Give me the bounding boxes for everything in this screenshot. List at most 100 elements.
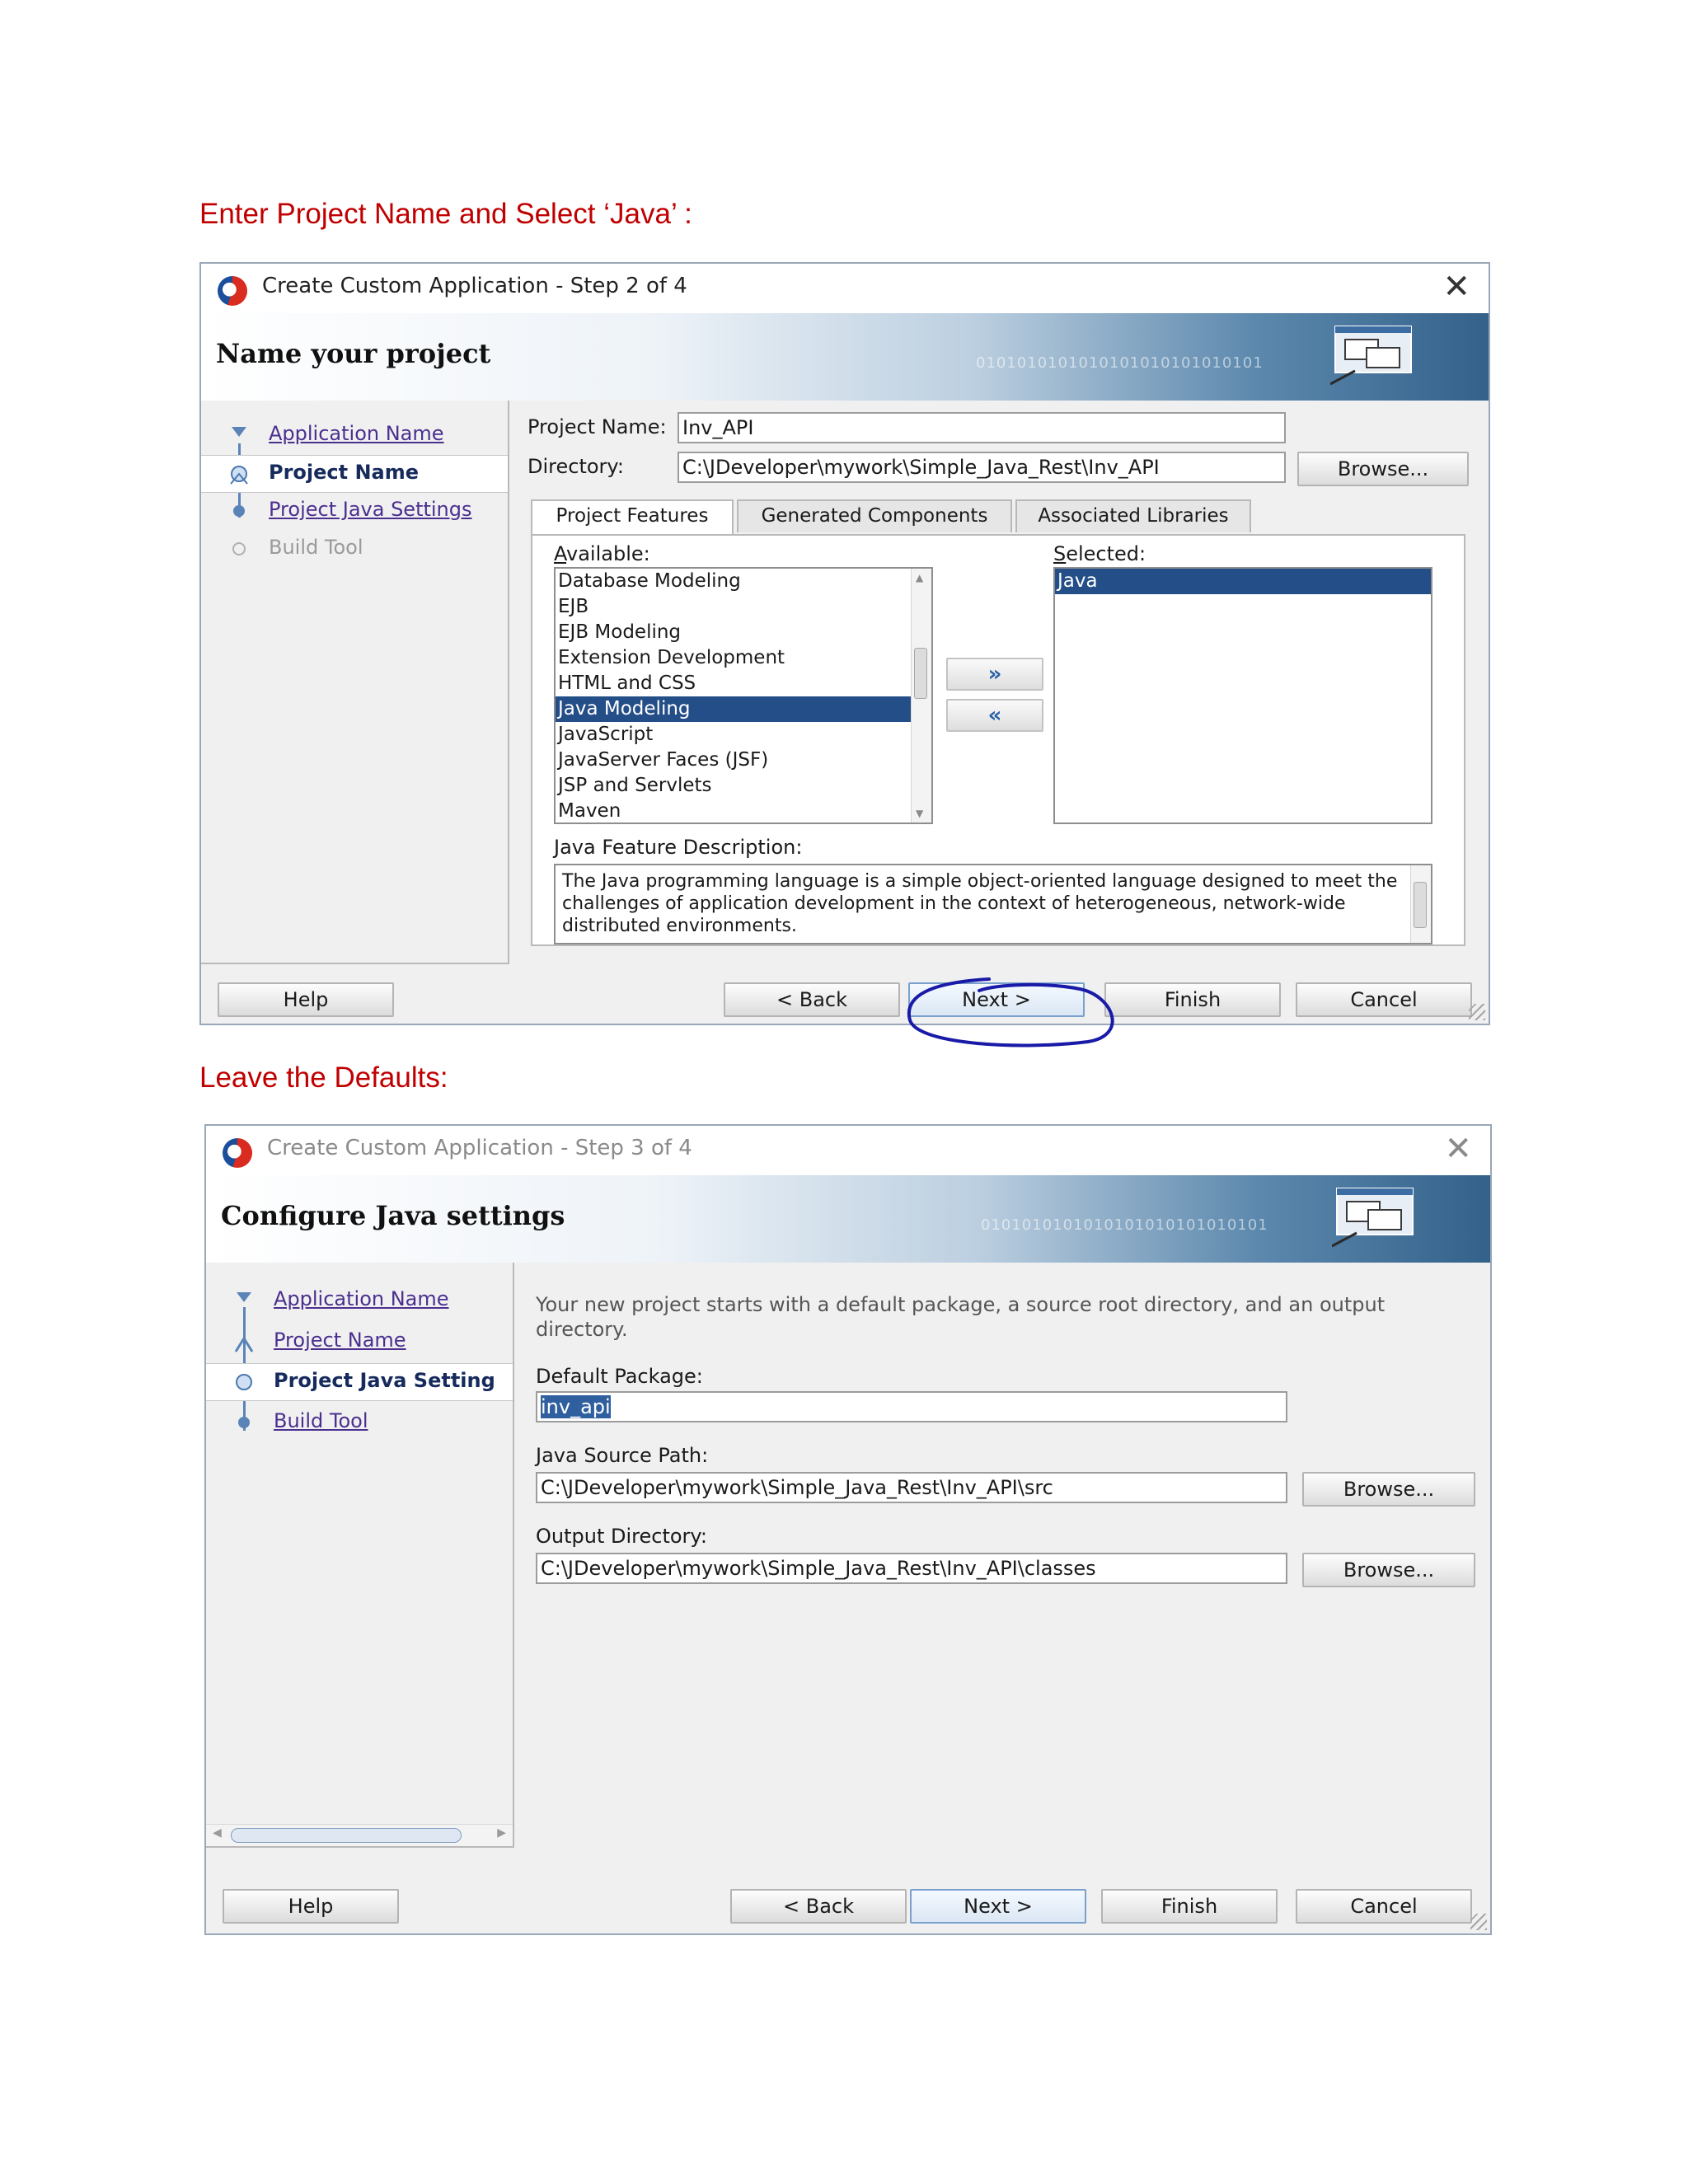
tab-associated-libraries[interactable]: Associated Libraries — [1015, 499, 1251, 532]
banner-binary-text: 0101010101010101010101010101 — [981, 1216, 1268, 1234]
browse-output-button[interactable]: Browse... — [1302, 1553, 1475, 1587]
scroll-right-icon[interactable]: ▶ — [497, 1826, 506, 1840]
available-scrollbar[interactable]: ▲ ▼ — [911, 569, 931, 823]
scroll-thumb[interactable] — [1414, 882, 1427, 928]
nav-item-application-name[interactable]: Application Name — [201, 417, 508, 453]
default-package-label: Default Package: — [536, 1365, 703, 1388]
window-title: Create Custom Application - Step 3 of 4 — [267, 1136, 692, 1160]
help-button[interactable]: Help — [223, 1889, 399, 1924]
windows-graphic-icon — [1332, 1188, 1414, 1248]
nav-item-project-name[interactable]: Project Name — [206, 1324, 513, 1360]
scroll-thumb[interactable] — [231, 1828, 462, 1843]
window-title: Create Custom Application - Step 2 of 4 — [262, 274, 687, 298]
intro-text: Your new project starts with a default p… — [536, 1293, 1386, 1341]
back-button[interactable]: < Back — [730, 1889, 907, 1924]
step-done-icon — [234, 1336, 254, 1352]
output-dir-input[interactable]: C:\JDeveloper\mywork\Simple_Java_Rest\In… — [536, 1553, 1287, 1584]
remove-feature-button[interactable]: « — [946, 699, 1043, 732]
list-item[interactable]: JavaScript — [556, 722, 931, 748]
nav-horizontal-scrollbar[interactable]: ◀ ▶ — [206, 1824, 513, 1846]
step-pending-icon — [232, 542, 246, 555]
nav-item-project-java-settings[interactable]: Project Java Setting — [206, 1363, 513, 1401]
list-item[interactable]: Database Modeling — [556, 569, 931, 594]
dialog-step3: Create Custom Application - Step 3 of 4 … — [204, 1124, 1492, 1935]
next-button[interactable]: Next > — [910, 1889, 1086, 1924]
available-label-text: vailable: — [566, 542, 650, 565]
add-feature-button[interactable]: » — [946, 658, 1043, 691]
finish-button[interactable]: Finish — [1101, 1889, 1278, 1924]
feature-tabs: Project Features Generated Components As… — [531, 499, 1489, 537]
description-text: The Java programming language is a simpl… — [562, 871, 1398, 936]
nav-item-project-name[interactable]: Project Name — [201, 455, 508, 493]
nav-item-project-java-settings[interactable]: Project Java Settings — [201, 493, 508, 529]
available-list[interactable]: Database Modeling EJB EJB Modeling Extensio… — [554, 567, 933, 824]
resize-grip[interactable] — [1470, 1914, 1487, 1930]
wizard-steps-nav: Application Name Project Name Project Ja… — [206, 1263, 514, 1848]
cancel-button[interactable]: Cancel — [1296, 982, 1472, 1017]
windows-graphic-icon — [1330, 326, 1412, 386]
back-button[interactable]: < Back — [724, 982, 900, 1017]
default-package-value: inv_api — [541, 1395, 611, 1418]
banner-binary-text: 0101010101010101010101010101 — [976, 354, 1264, 372]
nav-label: Project Java Settings — [269, 498, 472, 521]
source-path-label: Java Source Path: — [536, 1444, 709, 1467]
caption-step2: Enter Project Name and Select ‘Java’ : — [199, 198, 692, 230]
scroll-up-icon[interactable]: ▲ — [916, 572, 923, 583]
default-package-input[interactable]: inv_api — [536, 1391, 1287, 1422]
available-label: Available: — [554, 542, 650, 565]
title-bar: Create Custom Application - Step 2 of 4 … — [201, 264, 1489, 313]
cancel-button[interactable]: Cancel — [1296, 1889, 1472, 1924]
list-item[interactable]: EJB — [556, 594, 931, 620]
description-scrollbar[interactable] — [1410, 865, 1431, 943]
list-item[interactable]: Extension Development — [556, 645, 931, 671]
selected-list[interactable]: Java — [1053, 567, 1432, 824]
wizard-steps-nav: Application Name Project Name Project Ja… — [201, 401, 509, 964]
tab-project-features[interactable]: Project Features — [531, 499, 734, 536]
page-title: Configure Java settings — [221, 1200, 565, 1231]
nav-item-application-name[interactable]: Application Name — [206, 1282, 513, 1319]
dialog-step2: Create Custom Application - Step 2 of 4 … — [199, 262, 1490, 1025]
browse-source-button[interactable]: Browse... — [1302, 1472, 1475, 1507]
scroll-thumb[interactable] — [914, 648, 927, 699]
caption-step3: Leave the Defaults: — [199, 1062, 448, 1094]
list-item[interactable]: Maven — [556, 799, 931, 823]
resize-grip[interactable] — [1469, 1004, 1485, 1020]
scroll-down-icon[interactable]: ▼ — [916, 808, 923, 819]
list-item[interactable]: HTML and CSS — [556, 671, 931, 696]
step-next-icon — [233, 505, 245, 517]
finish-button[interactable]: Finish — [1104, 982, 1281, 1017]
step-current-icon — [230, 466, 248, 485]
description-label: Java Feature Description: — [554, 836, 803, 859]
annotation-circle — [907, 977, 1114, 1047]
selected-label: Selected: — [1053, 542, 1146, 565]
list-item[interactable]: Java Modeling — [556, 696, 931, 722]
description-box: The Java programming language is a simpl… — [554, 864, 1432, 944]
available-mnemonic: A — [554, 542, 567, 565]
source-path-input[interactable]: C:\JDeveloper\mywork\Simple_Java_Rest\In… — [536, 1472, 1287, 1503]
list-item[interactable]: EJB Modeling — [556, 620, 931, 645]
help-button[interactable]: Help — [218, 982, 394, 1017]
nav-label: Application Name — [269, 422, 444, 445]
close-icon[interactable]: ✕ — [1442, 269, 1470, 305]
step-next-icon — [238, 1417, 250, 1428]
nav-item-build-tool[interactable]: Build Tool — [206, 1404, 513, 1441]
project-name-label: Project Name: — [528, 415, 667, 438]
jdeveloper-icon — [218, 276, 247, 306]
directory-label: Directory: — [528, 455, 624, 478]
tab-generated-components[interactable]: Generated Components — [737, 499, 1012, 532]
directory-input[interactable]: C:\JDeveloper\mywork\Simple_Java_Rest\In… — [678, 452, 1286, 483]
step-done-icon — [232, 427, 246, 437]
scroll-left-icon[interactable]: ◀ — [213, 1826, 222, 1840]
nav-label: Project Java Setting — [274, 1369, 495, 1392]
nav-label: Application Name — [274, 1287, 449, 1310]
list-item[interactable]: JSP and Servlets — [556, 773, 931, 799]
title-bar: Create Custom Application - Step 3 of 4 … — [206, 1126, 1490, 1175]
nav-item-build-tool: Build Tool — [201, 531, 508, 567]
close-icon[interactable]: ✕ — [1444, 1131, 1472, 1167]
nav-label: Project Name — [269, 461, 420, 484]
browse-button[interactable]: Browse... — [1297, 452, 1469, 486]
project-name-input[interactable]: Inv_API — [678, 412, 1286, 443]
nav-label: Build Tool — [274, 1409, 368, 1432]
list-item[interactable]: JavaServer Faces (JSF) — [556, 748, 931, 773]
list-item[interactable]: Java — [1055, 569, 1431, 594]
